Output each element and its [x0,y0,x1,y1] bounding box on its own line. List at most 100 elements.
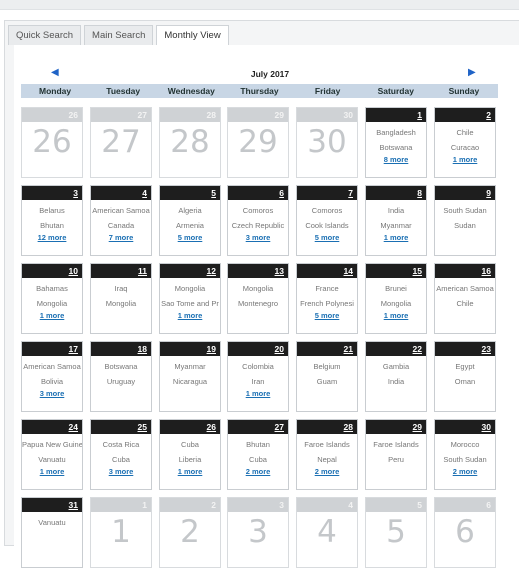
day-cell-other-month[interactable]: 30 30 [296,107,358,178]
event-item[interactable]: Faroe Islands [366,440,426,449]
more-events-link[interactable]: 12 more [22,233,82,242]
day-cell[interactable]: 6 Comoros Czech Republic 3 more [227,185,289,256]
day-number[interactable]: 4 [142,188,147,198]
day-cell[interactable]: 18 Botswana Uruguay [90,341,152,412]
event-item[interactable]: Iran [228,377,288,386]
more-events-link[interactable]: 5 more [297,233,357,242]
day-cell[interactable]: 2 Chile Curacao 1 more [434,107,496,178]
event-item[interactable]: Bolivia [22,377,82,386]
event-item[interactable]: Vanuatu [22,455,82,464]
event-item[interactable]: Uruguay [91,377,151,386]
more-events-link[interactable]: 1 more [366,311,426,320]
day-number[interactable]: 7 [348,188,353,198]
day-cell[interactable]: 20 Colombia Iran 1 more [227,341,289,412]
day-number[interactable]: 1 [417,110,422,120]
day-number[interactable]: 24 [69,422,78,432]
day-number[interactable]: 13 [275,266,284,276]
day-number[interactable]: 5 [211,188,216,198]
more-events-link[interactable]: 1 more [22,311,82,320]
day-cell[interactable]: 24 Papua New Guine Vanuatu 1 more [21,419,83,490]
event-item[interactable]: Costa Rica [91,440,151,449]
event-item[interactable]: Egypt [435,362,495,371]
event-item[interactable]: Comoros [228,206,288,215]
event-item[interactable]: Belgium [297,362,357,371]
next-month-icon[interactable]: ▶ [468,67,476,79]
event-item[interactable]: Brunei [366,284,426,293]
day-cell[interactable]: 26 Cuba Liberia 1 more [159,419,221,490]
event-item[interactable]: Canada [91,221,151,230]
event-item[interactable]: Myanmar [366,221,426,230]
day-cell[interactable]: 19 Myanmar Nicaragua [159,341,221,412]
event-item[interactable]: Mongolia [228,284,288,293]
event-item[interactable]: Guam [297,377,357,386]
event-item[interactable]: French Polynesi [297,299,357,308]
event-item[interactable]: Algeria [160,206,220,215]
event-item[interactable]: Faroe Islands [297,440,357,449]
event-item[interactable]: Cuba [228,455,288,464]
more-events-link[interactable]: 2 more [228,467,288,476]
event-item[interactable]: India [366,377,426,386]
event-item[interactable]: South Sudan [435,206,495,215]
event-item[interactable]: Belarus [22,206,82,215]
day-number[interactable]: 14 [344,266,353,276]
day-number[interactable]: 8 [417,188,422,198]
more-events-link[interactable]: 2 more [297,467,357,476]
day-cell-other-month[interactable]: 22 [159,497,221,568]
day-cell-other-month[interactable]: 55 [365,497,427,568]
event-item[interactable]: Comoros [297,206,357,215]
more-events-link[interactable]: 3 more [22,389,82,398]
event-item[interactable]: Morocco [435,440,495,449]
day-number[interactable]: 20 [275,344,284,354]
day-cell[interactable]: 9 South Sudan Sudan [434,185,496,256]
day-cell[interactable]: 3 Belarus Bhutan 12 more [21,185,83,256]
day-number[interactable]: 12 [207,266,216,276]
day-cell[interactable]: 28 Faroe Islands Nepal 2 more [296,419,358,490]
event-item[interactable]: Armenia [160,221,220,230]
event-item[interactable]: Mongolia [22,299,82,308]
more-events-link[interactable]: 5 more [160,233,220,242]
event-item[interactable]: Cuba [160,440,220,449]
event-item[interactable]: Cook Islands [297,221,357,230]
day-number[interactable]: 18 [138,344,147,354]
more-events-link[interactable]: 1 more [160,467,220,476]
event-item[interactable]: Botswana [366,143,426,152]
event-item[interactable]: Liberia [160,455,220,464]
day-cell[interactable]: 1 Bangladesh Botswana 8 more [365,107,427,178]
day-cell[interactable]: 15 Brunei Mongolia 1 more [365,263,427,334]
tab-main-search[interactable]: Main Search [84,25,154,45]
day-cell[interactable]: 22 Gambia India [365,341,427,412]
day-cell[interactable]: 27 Bhutan Cuba 2 more [227,419,289,490]
day-cell[interactable]: 13 Mongolia Montenegro [227,263,289,334]
day-cell[interactable]: 23 Egypt Oman [434,341,496,412]
prev-month-icon[interactable]: ◀ [51,67,59,79]
day-cell[interactable]: 12 Mongolia Sao Tome and Pr 1 more [159,263,221,334]
day-cell[interactable]: 29 Faroe Islands Peru [365,419,427,490]
day-cell[interactable]: 16 American Samoa Chile [434,263,496,334]
day-cell[interactable]: 4 American Samoa Canada 7 more [90,185,152,256]
event-item[interactable]: Czech Republic [228,221,288,230]
day-cell[interactable]: 8 India Myanmar 1 more [365,185,427,256]
event-item[interactable]: Sao Tome and Pr [160,299,220,308]
day-number[interactable]: 17 [69,344,78,354]
day-number[interactable]: 31 [69,500,78,510]
event-item[interactable]: Vanuatu [22,518,82,527]
more-events-link[interactable]: 3 more [91,467,151,476]
day-cell[interactable]: 5 Algeria Armenia 5 more [159,185,221,256]
day-cell[interactable]: 7 Comoros Cook Islands 5 more [296,185,358,256]
event-item[interactable]: Mongolia [91,299,151,308]
day-cell[interactable]: 21 Belgium Guam [296,341,358,412]
event-item[interactable]: American Samoa [91,206,151,215]
day-cell-other-month[interactable]: 28 28 [159,107,221,178]
day-cell-other-month[interactable]: 66 [434,497,496,568]
event-item[interactable]: India [366,206,426,215]
day-cell[interactable]: 14 France French Polynesi 5 more [296,263,358,334]
day-number[interactable]: 16 [482,266,491,276]
more-events-link[interactable]: 1 more [435,155,495,164]
event-item[interactable]: Colombia [228,362,288,371]
event-item[interactable]: Bangladesh [366,128,426,137]
event-item[interactable]: South Sudan [435,455,495,464]
event-item[interactable]: Bhutan [22,221,82,230]
more-events-link[interactable]: 2 more [435,467,495,476]
event-item[interactable]: Chile [435,299,495,308]
more-events-link[interactable]: 7 more [91,233,151,242]
